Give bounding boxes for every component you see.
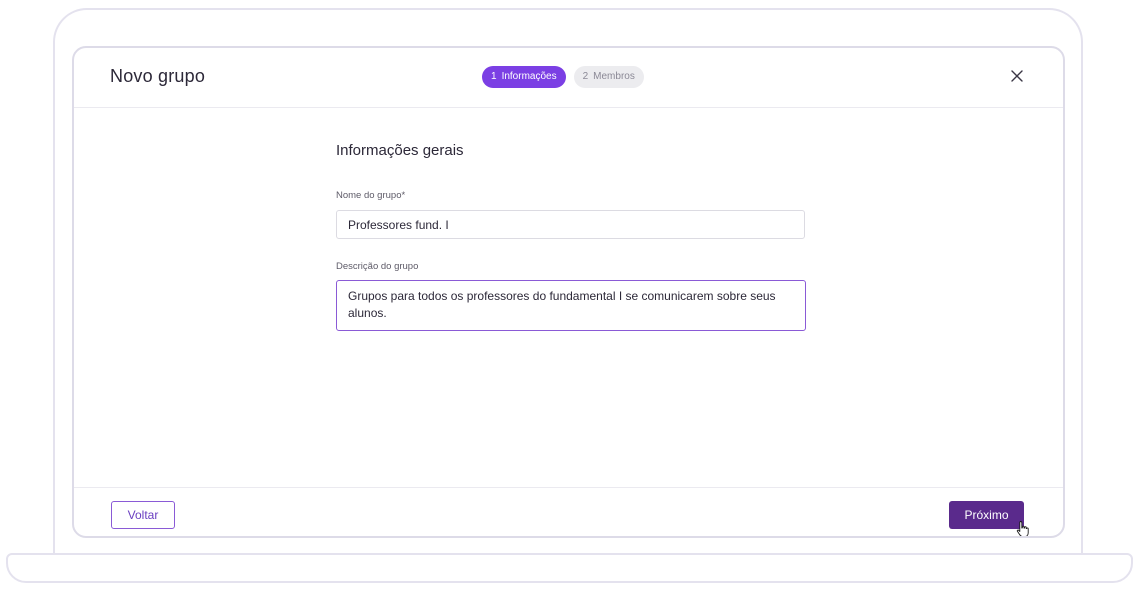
- step-number: 2: [582, 71, 589, 82]
- close-button[interactable]: [1009, 68, 1025, 84]
- group-description-label: Descrição do grupo: [336, 261, 419, 272]
- hand-pointer-icon: [1016, 521, 1029, 536]
- new-group-modal: Novo grupo 1 Informações 2 Membros Informa…: [72, 46, 1065, 538]
- step-membros[interactable]: 2 Membros: [573, 66, 644, 88]
- modal-footer: Voltar Próximo: [74, 487, 1063, 536]
- modal-title: Novo grupo: [110, 66, 206, 86]
- group-description-textarea[interactable]: Grupos para todos os professores do fund…: [336, 280, 806, 331]
- next-button[interactable]: Próximo: [949, 501, 1024, 529]
- step-label: Informações: [501, 71, 557, 82]
- stepper: 1 Informações 2 Membros: [482, 66, 644, 88]
- step-label: Membros: [593, 71, 635, 82]
- step-number: 1: [491, 71, 497, 82]
- laptop-base: [6, 553, 1133, 583]
- modal-header: Novo grupo 1 Informações 2 Membros: [74, 48, 1063, 108]
- back-button[interactable]: Voltar: [111, 501, 175, 529]
- group-name-label: Nome do grupo*: [336, 190, 406, 201]
- group-name-input[interactable]: [336, 210, 805, 239]
- close-icon: [1011, 70, 1023, 82]
- step-informacoes[interactable]: 1 Informações: [482, 66, 566, 88]
- section-title: Informações gerais: [336, 142, 464, 159]
